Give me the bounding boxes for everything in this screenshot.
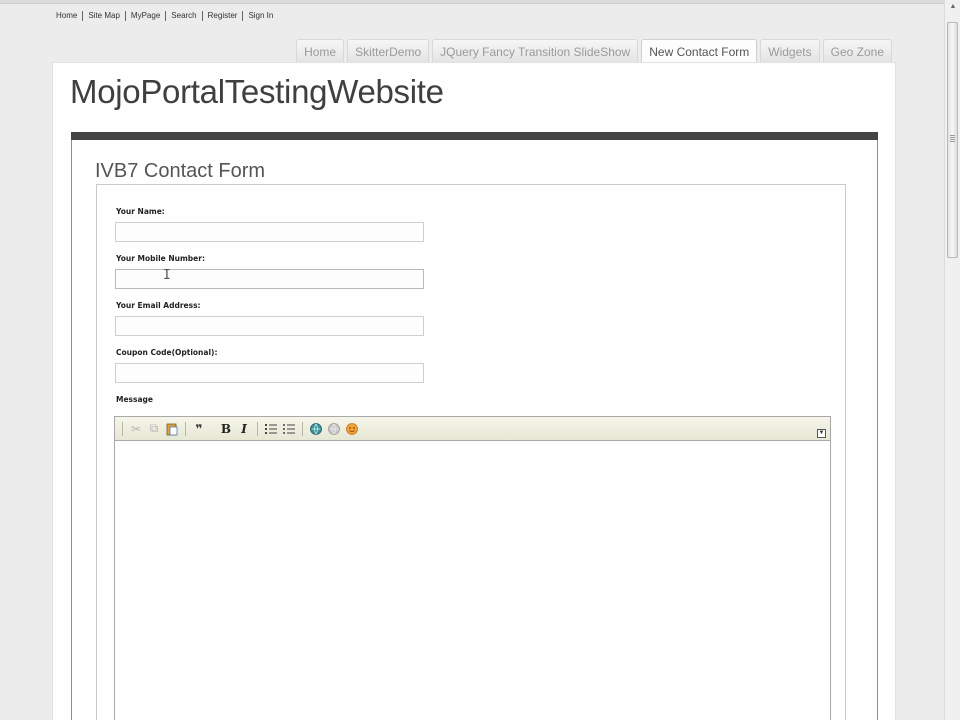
utility-nav: Home Site Map MyPage Search Register Sig…	[54, 11, 278, 21]
tab-home[interactable]: Home	[296, 39, 345, 63]
title-divider-bar	[71, 132, 878, 140]
module-title: IVB7 Contact Form	[95, 160, 266, 182]
toolbar-separator	[302, 421, 303, 436]
util-link-mypage[interactable]: MyPage	[124, 11, 165, 21]
scrollbar-thumb[interactable]	[947, 22, 958, 258]
page-panel: MojoPortalTestingWebsite IVB7 Contact Fo…	[52, 62, 896, 720]
scrollbar-grip	[950, 135, 955, 136]
editor-toolbar: ✂ ⧉ ❞ B I ▼	[115, 417, 830, 441]
util-link-register[interactable]: Register	[201, 11, 243, 21]
util-link-search[interactable]: Search	[165, 11, 201, 21]
smiley-icon[interactable]	[343, 420, 361, 438]
tab-geo-zone[interactable]: Geo Zone	[822, 39, 892, 63]
bold-icon[interactable]: B	[217, 420, 235, 438]
toolbar-separator	[185, 421, 186, 436]
mobile-input[interactable]	[115, 269, 424, 289]
tab-widgets[interactable]: Widgets	[760, 39, 820, 63]
copy-icon[interactable]: ⧉	[145, 420, 163, 438]
scroll-up-arrow-icon[interactable]: ▲	[948, 3, 958, 13]
toolbar-expand-button[interactable]: ▼	[817, 429, 826, 438]
message-editor: ✂ ⧉ ❞ B I ▼	[114, 416, 831, 720]
vertical-scrollbar[interactable]: ▲	[944, 0, 960, 720]
email-label: Your Email Address:	[116, 301, 201, 310]
util-link-site-map[interactable]: Site Map	[82, 11, 125, 21]
message-edit-area[interactable]	[115, 442, 830, 720]
ordered-list-icon[interactable]	[262, 420, 280, 438]
browser-top-edge	[0, 0, 944, 4]
toolbar-separator	[257, 421, 258, 436]
toolbar-separator	[122, 421, 123, 436]
coupon-input[interactable]	[115, 363, 424, 383]
unlink-icon[interactable]	[325, 420, 343, 438]
tab-skitterdemo[interactable]: SkitterDemo	[347, 39, 430, 63]
tab-new-contact-form[interactable]: New Contact Form	[641, 39, 758, 63]
italic-icon[interactable]: I	[235, 420, 253, 438]
coupon-label: Coupon Code(Optional):	[116, 348, 218, 357]
mobile-label: Your Mobile Number:	[116, 254, 205, 263]
message-label: Message	[116, 395, 153, 404]
site-title[interactable]: MojoPortalTestingWebsite	[70, 73, 444, 111]
cut-icon[interactable]: ✂	[127, 420, 145, 438]
name-input[interactable]	[115, 222, 424, 242]
blockquote-icon[interactable]: ❞	[190, 420, 208, 438]
util-link-sign-in[interactable]: Sign In	[242, 11, 278, 21]
main-tabs: Home SkitterDemo JQuery Fancy Transition…	[296, 39, 892, 63]
name-label: Your Name:	[116, 207, 165, 216]
tab-jquery-slideshow[interactable]: JQuery Fancy Transition SlideShow	[432, 39, 639, 63]
email-input[interactable]	[115, 316, 424, 336]
text-cursor-icon: I	[163, 268, 171, 283]
util-link-home[interactable]: Home	[54, 11, 82, 21]
paste-icon[interactable]	[163, 420, 181, 438]
unordered-list-icon[interactable]	[280, 420, 298, 438]
link-icon[interactable]	[307, 420, 325, 438]
